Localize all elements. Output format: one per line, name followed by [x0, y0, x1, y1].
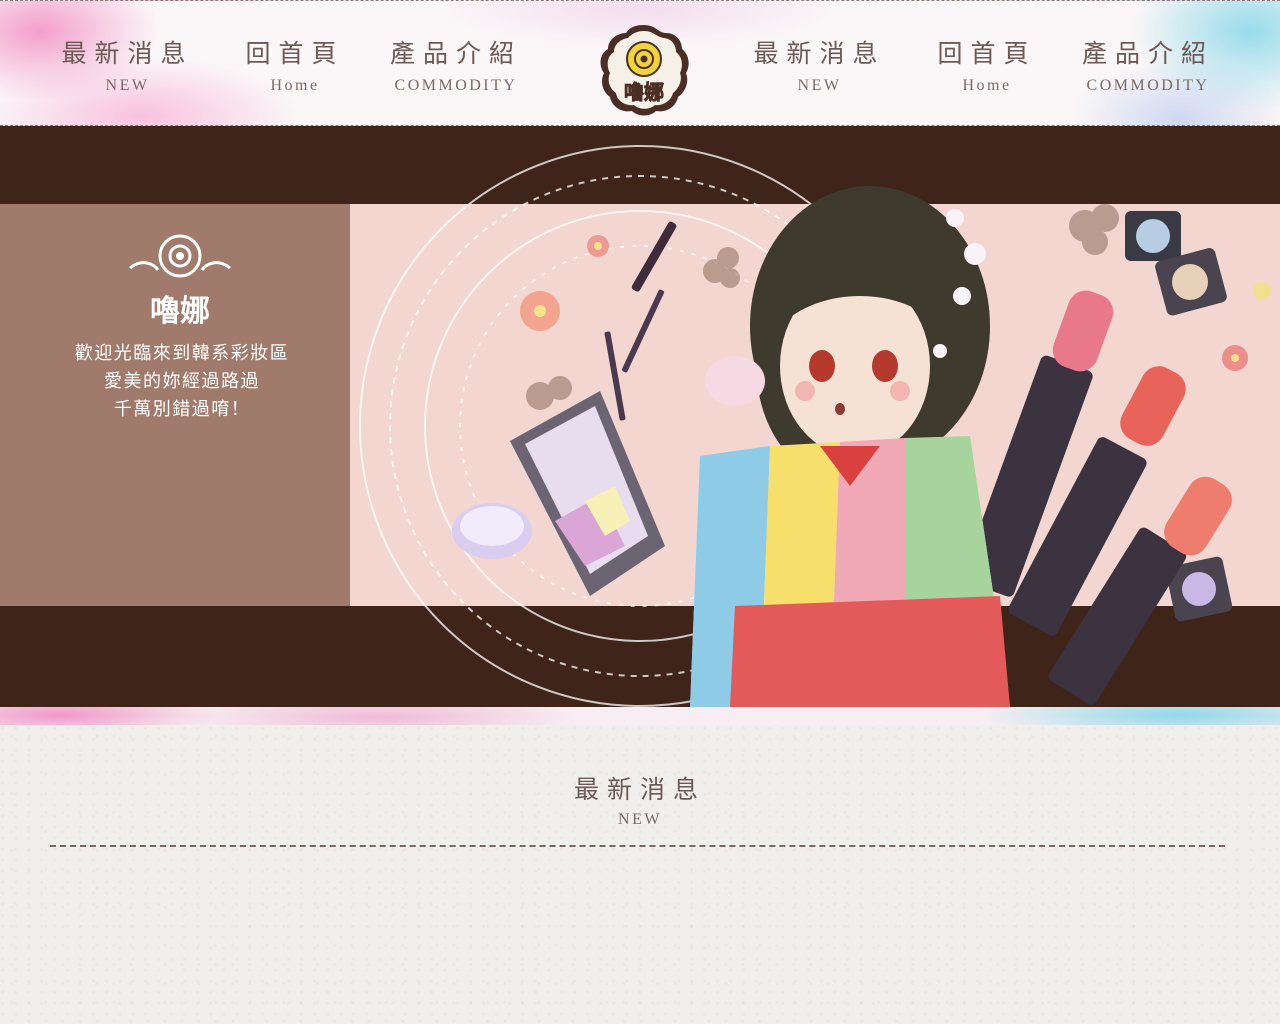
section-title-zh: 最新消息 — [573, 775, 706, 804]
nav-home-left[interactable]: 回首頁 Home — [240, 37, 350, 97]
brand-logo[interactable]: 嚕娜 — [596, 21, 692, 117]
nav-news-right[interactable]: 最新消息 NEW — [752, 37, 887, 97]
nav-label-zh: 回首頁 — [937, 39, 1037, 68]
logo-text: 嚕娜 — [624, 80, 664, 104]
nav-commodity-left[interactable]: 產品介紹 COMMODITY — [386, 37, 526, 97]
site-header: 最新消息 NEW 回首頁 Home 產品介紹 COMMODITY 嚕娜 最新消息… — [0, 0, 1280, 126]
nav-label-en: Home — [962, 77, 1012, 94]
nav-label-zh: 產品介紹 — [389, 39, 522, 68]
section-title-en: NEW — [618, 811, 662, 828]
news-section: 最新消息 NEW — [0, 725, 1280, 1024]
hero-banner: 嚕娜 歡迎光臨來到韓系彩妝區 愛美的妳經過路過 千萬別錯過唷！ — [0, 126, 1280, 707]
nav-label-en: COMMODITY — [394, 77, 518, 94]
nav-label-zh: 最新消息 — [61, 39, 194, 68]
compact-palette-icon — [510, 391, 665, 596]
section-heading: 最新消息 NEW — [540, 773, 740, 831]
nav-home-right[interactable]: 回首頁 Home — [932, 37, 1042, 97]
nav-label-en: NEW — [797, 77, 842, 94]
nav-label-en: Home — [270, 77, 320, 94]
banner-line: 愛美的妳經過路過 — [104, 371, 260, 392]
banner-welcome-text: 歡迎光臨來到韓系彩妝區 愛美的妳經過路過 千萬別錯過唷！ — [44, 340, 320, 424]
nav-label-en: NEW — [105, 77, 150, 94]
nav-news-left[interactable]: 最新消息 NEW — [60, 37, 195, 97]
banner-logo: 嚕娜 — [129, 234, 231, 329]
section-divider — [50, 845, 1225, 847]
nav-label-zh: 回首頁 — [245, 39, 345, 68]
banner-line: 千萬別錯過唷！ — [113, 399, 251, 420]
nav-label-zh: 產品介紹 — [1081, 39, 1214, 68]
character-illustration — [690, 186, 1010, 707]
nav-commodity-right[interactable]: 產品介紹 COMMODITY — [1078, 37, 1218, 97]
banner-logo-text: 嚕娜 — [150, 294, 210, 329]
powder-puff-icon — [705, 356, 765, 406]
banner-line: 歡迎光臨來到韓系彩妝區 — [74, 343, 290, 364]
nav-label-zh: 最新消息 — [753, 39, 886, 68]
watercolor-strip — [0, 707, 1280, 725]
nav-label-en: COMMODITY — [1086, 77, 1210, 94]
makeup-brush-icon — [604, 221, 677, 421]
